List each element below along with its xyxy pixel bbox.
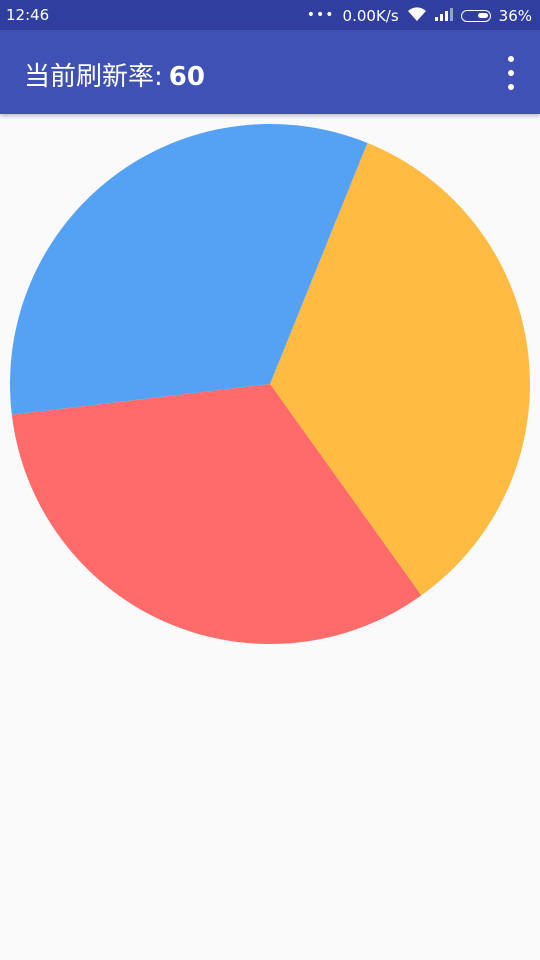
- status-time: 12:46: [6, 6, 50, 24]
- signal-icon: [434, 7, 453, 25]
- battery-icon: [460, 10, 491, 22]
- battery-percent: 36%: [498, 7, 532, 25]
- wifi-icon: [407, 6, 427, 26]
- page-title: 当前刷新率: 60: [24, 56, 205, 93]
- status-bar: 12:46 ••• 0.00K/s 36%: [0, 0, 540, 30]
- title-label: 当前刷新率:: [24, 62, 163, 92]
- app-bar: 当前刷新率: 60: [0, 30, 540, 114]
- notification-dots: •••: [306, 6, 335, 23]
- pie-chart-svg: [9, 123, 530, 644]
- status-indicators: ••• 0.00K/s 36%: [307, 6, 532, 26]
- more-vert-icon[interactable]: [504, 56, 518, 90]
- refresh-rate-value: 60: [168, 62, 205, 92]
- network-speed: 0.00K/s: [342, 7, 399, 25]
- pie-chart: [9, 123, 530, 644]
